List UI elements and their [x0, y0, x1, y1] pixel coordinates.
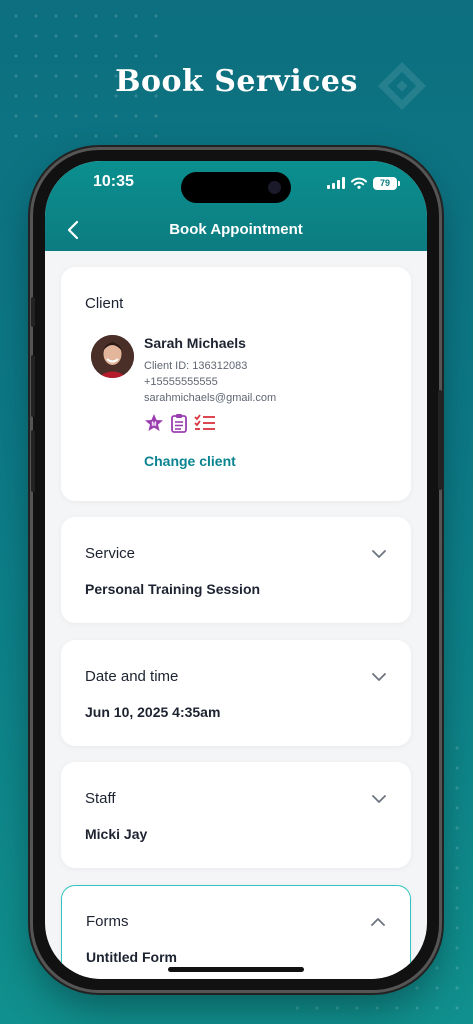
change-client-link[interactable]: Change client [144, 453, 236, 469]
client-phone: +15555555555 [144, 376, 218, 388]
home-indicator[interactable] [168, 967, 304, 972]
service-value: Personal Training Session [85, 581, 261, 597]
forms-section-title: Forms [86, 913, 129, 930]
chevron-down-icon[interactable] [371, 546, 387, 562]
date-time-section-title: Date and time [85, 668, 179, 685]
chevron-down-icon[interactable] [371, 791, 387, 807]
client-name: Sarah Michaels [144, 335, 246, 351]
date-time-value: Jun 10, 2025 4:35am [85, 704, 221, 720]
signal-icon [327, 177, 345, 189]
date-time-card[interactable]: Date and time Jun 10, 2025 4:35am [61, 640, 411, 746]
phone-side-button [31, 297, 35, 327]
page-title: Book Appointment [169, 221, 303, 238]
status-icons: 79 [327, 175, 400, 191]
client-badges: M [144, 413, 216, 433]
staff-card[interactable]: Staff Micki Jay [61, 762, 411, 868]
service-section-title: Service [85, 545, 136, 562]
phone-side-button [31, 430, 35, 492]
client-id: Client ID: 136312083 [144, 360, 248, 372]
staff-section-title: Staff [85, 790, 116, 807]
member-star-icon: M [145, 414, 163, 431]
wifi-icon [351, 177, 367, 189]
battery-icon: 79 [373, 176, 400, 190]
dynamic-island [181, 172, 291, 203]
client-email: sarahmichaels@gmail.com [144, 392, 277, 404]
phone-side-button [438, 390, 442, 490]
status-time: 10:35 [93, 173, 134, 190]
forms-value: Untitled Form [86, 949, 177, 965]
phone-screen: 10:35 79 Book Appointment Client Sarah M… [45, 161, 427, 979]
forms-card[interactable]: Forms Untitled Form [61, 885, 411, 979]
chevron-down-icon[interactable] [371, 669, 387, 685]
avatar [91, 335, 134, 378]
avatar-portrait [91, 335, 134, 378]
svg-text:M: M [152, 422, 157, 428]
client-section-title: Client [85, 295, 124, 312]
camera-icon [268, 181, 281, 194]
phone-side-button [31, 355, 35, 417]
clipboard-list-icon [171, 414, 187, 433]
staff-value: Micki Jay [85, 826, 148, 842]
service-card[interactable]: Service Personal Training Session [61, 517, 411, 623]
client-card: Client Sarah Michaels Client ID: 1363120… [61, 267, 411, 501]
app-header: 10:35 79 Book Appointment [45, 161, 427, 251]
checklist-icon [194, 414, 215, 430]
chevron-up-icon[interactable] [370, 914, 386, 930]
